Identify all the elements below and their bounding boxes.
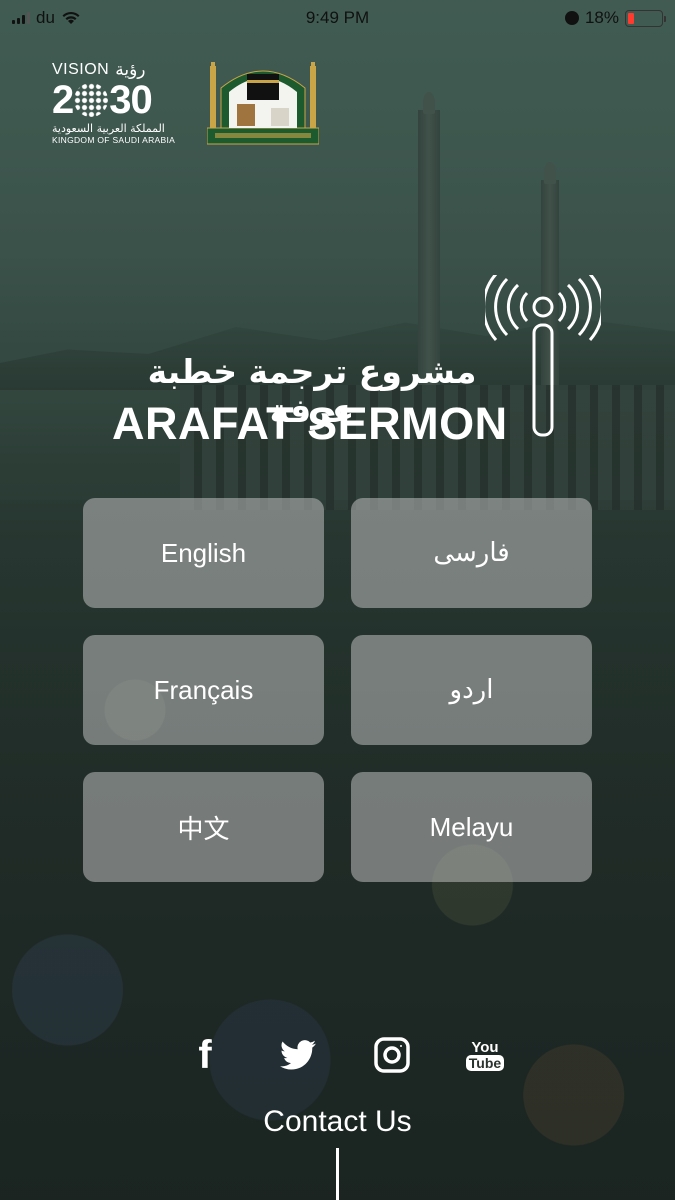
language-button-malay[interactable]: Melayu (351, 772, 592, 882)
language-button-urdu[interactable]: اردو (351, 635, 592, 745)
instagram-glyph (373, 1037, 410, 1073)
kingdom-english: KINGDOM OF SAUDI ARABIA (52, 135, 176, 145)
antenna-broadcast-icon (485, 275, 601, 437)
facebook-icon[interactable]: f (185, 1035, 225, 1075)
emblem-icon (74, 83, 109, 117)
battery-percent: 18% (584, 8, 619, 27)
battery-icon (625, 9, 666, 27)
language-button-english[interactable]: English (83, 498, 324, 608)
twitter-bird-glyph (280, 1040, 317, 1070)
status-bar: du 9:49 PM 18% (0, 0, 675, 36)
title-english: ARAFAT SERMON (112, 398, 508, 449)
kingdom-arabic: المملكة العربية السعودية (52, 122, 165, 135)
signal-icon (12, 12, 30, 24)
alarm-icon (564, 11, 579, 25)
youtube-icon[interactable]: You Tube (465, 1035, 505, 1075)
contact-us-link[interactable]: Contact Us (0, 1105, 675, 1139)
vision-year-digit: 2 (52, 78, 74, 122)
instagram-icon[interactable] (372, 1035, 412, 1075)
twitter-icon[interactable] (278, 1035, 318, 1075)
language-button-chinese[interactable]: 中文 (83, 772, 324, 882)
vision-label: VISION (52, 61, 110, 78)
vision-year: 2 30 (52, 80, 182, 120)
vision-label-arabic: رؤية (115, 60, 146, 80)
clock: 9:49 PM (305, 8, 370, 27)
social-links: f You Tube (185, 1035, 505, 1075)
language-grid: English فارسی Français اردو 中文 Melayu (83, 498, 592, 882)
carrier-name: du (36, 8, 55, 27)
battery-level (628, 12, 634, 24)
haramain-logo (207, 62, 319, 145)
wifi-icon (62, 11, 80, 24)
vision-year-digit: 30 (109, 78, 152, 122)
language-button-farsi[interactable]: فارسی (351, 498, 592, 608)
vision-2030-logo: VISION رؤية 2 30 المملكة العربية السعودية… (52, 60, 182, 145)
contact-divider (336, 1148, 339, 1200)
language-button-french[interactable]: Français (83, 635, 324, 745)
